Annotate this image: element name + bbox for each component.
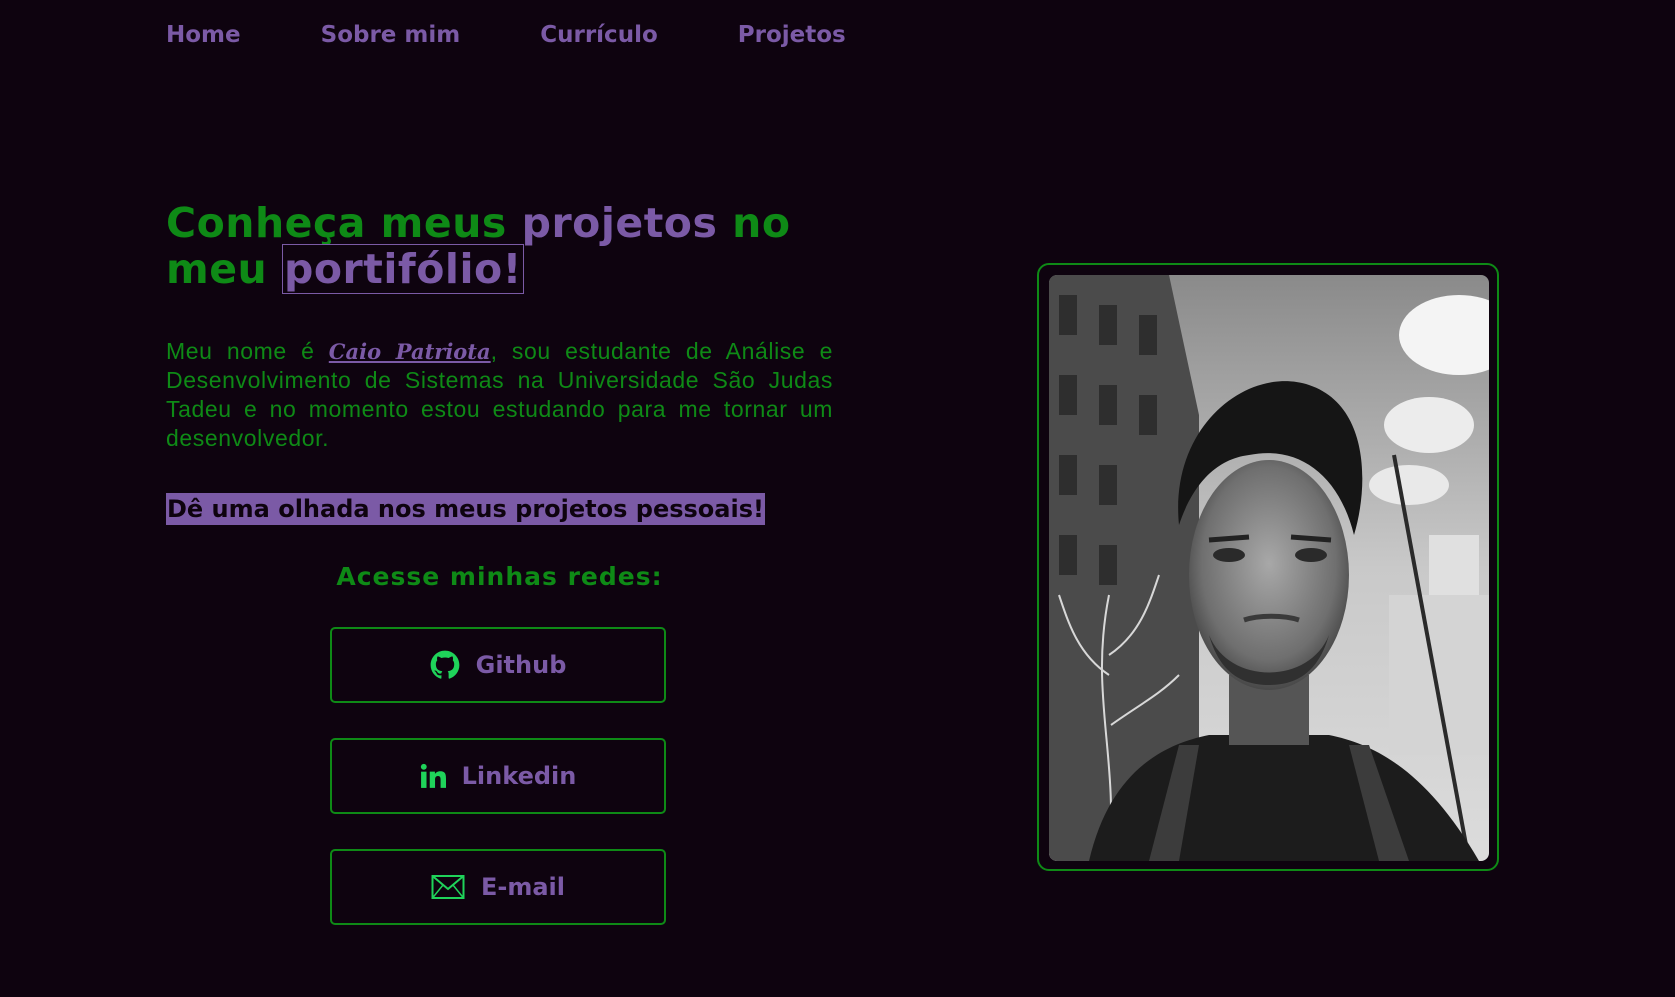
intro-text-before: Meu nome é <box>166 338 329 364</box>
projects-highlight: Dê uma olhada nos meus projetos pessoais… <box>166 493 765 525</box>
github-icon <box>430 650 460 680</box>
email-label: E-mail <box>480 873 565 901</box>
hero-title-part-2: projetos <box>521 199 718 247</box>
linkedin-icon <box>420 763 446 789</box>
socials-title: Acesse minhas redes: <box>336 562 663 591</box>
profile-photo <box>1049 275 1489 861</box>
nav-about-link[interactable]: Sobre mim <box>321 22 461 48</box>
email-button[interactable]: E-mail <box>330 849 666 925</box>
linkedin-label: Linkedin <box>461 762 577 790</box>
github-label: Github <box>475 651 567 679</box>
github-button[interactable]: Github <box>330 627 666 703</box>
hero-title: Conheça meus projetos no meu portifólio! <box>166 199 846 294</box>
hero-title-part-1: Conheça meus <box>166 199 522 247</box>
nav-projects-link[interactable]: Projetos <box>738 22 846 48</box>
top-nav: Home Sobre mim Currículo Projetos <box>166 22 926 48</box>
hero-title-portfolio: portifólio! <box>282 244 524 294</box>
author-name-link[interactable]: Caio Patriota <box>329 339 491 364</box>
nav-resume-link[interactable]: Currículo <box>540 22 658 48</box>
page: Home Sobre mim Currículo Projetos Conheç… <box>0 0 1675 997</box>
nav-home-link[interactable]: Home <box>166 22 241 48</box>
mail-icon <box>431 874 465 900</box>
intro-paragraph: Meu nome é Caio Patriota, sou estudante … <box>166 337 833 453</box>
linkedin-button[interactable]: Linkedin <box>330 738 666 814</box>
profile-photo-frame <box>1037 263 1499 871</box>
